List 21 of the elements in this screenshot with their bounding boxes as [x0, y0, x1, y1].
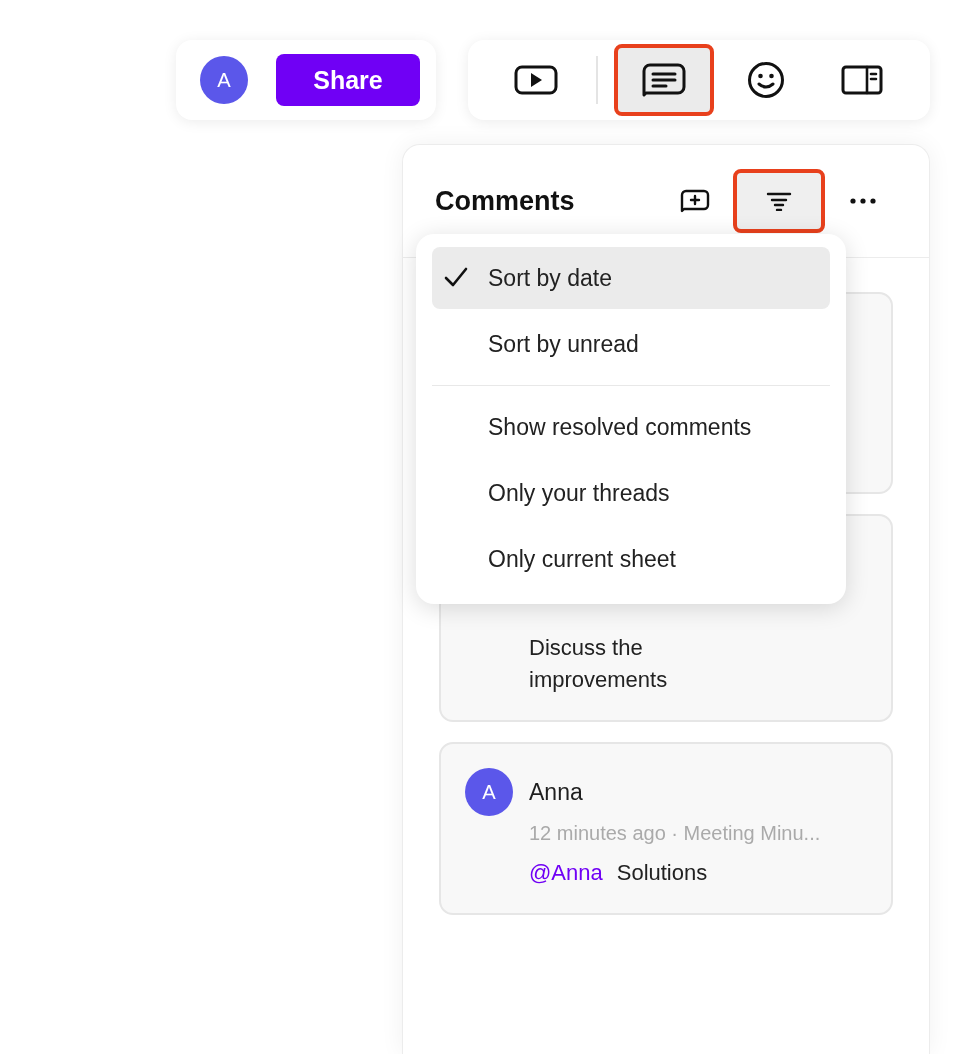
play-icon: [514, 65, 558, 95]
comment-card[interactable]: A Anna 12 minutes ago · Meeting Minu... @Anna Solutions: [439, 742, 893, 915]
menu-item[interactable]: Sort by unread: [432, 313, 830, 375]
comment-icon: [642, 63, 686, 97]
add-comment-icon: [680, 189, 710, 213]
author-avatar: A: [465, 768, 513, 816]
author-name: Anna: [529, 778, 583, 806]
share-button[interactable]: Share: [276, 54, 420, 106]
comment-text: Solutions: [616, 859, 708, 887]
menu-item[interactable]: Show resolved comments: [432, 396, 830, 458]
smiley-icon: [747, 61, 785, 99]
mention-link[interactable]: @Anna: [529, 857, 603, 889]
comment-text: Discuss the improvements: [529, 634, 669, 694]
user-avatar[interactable]: A: [200, 56, 248, 104]
comment-meta: 12 minutes ago · Meeting Minu...: [529, 822, 822, 845]
panel-title: Comments: [435, 185, 576, 217]
filter-icon: [766, 191, 792, 211]
menu-item[interactable]: Sort by date: [432, 247, 830, 309]
more-icon: [850, 198, 876, 204]
sidebar-icon: [841, 65, 883, 95]
toolbar-button[interactable]: [614, 44, 714, 116]
